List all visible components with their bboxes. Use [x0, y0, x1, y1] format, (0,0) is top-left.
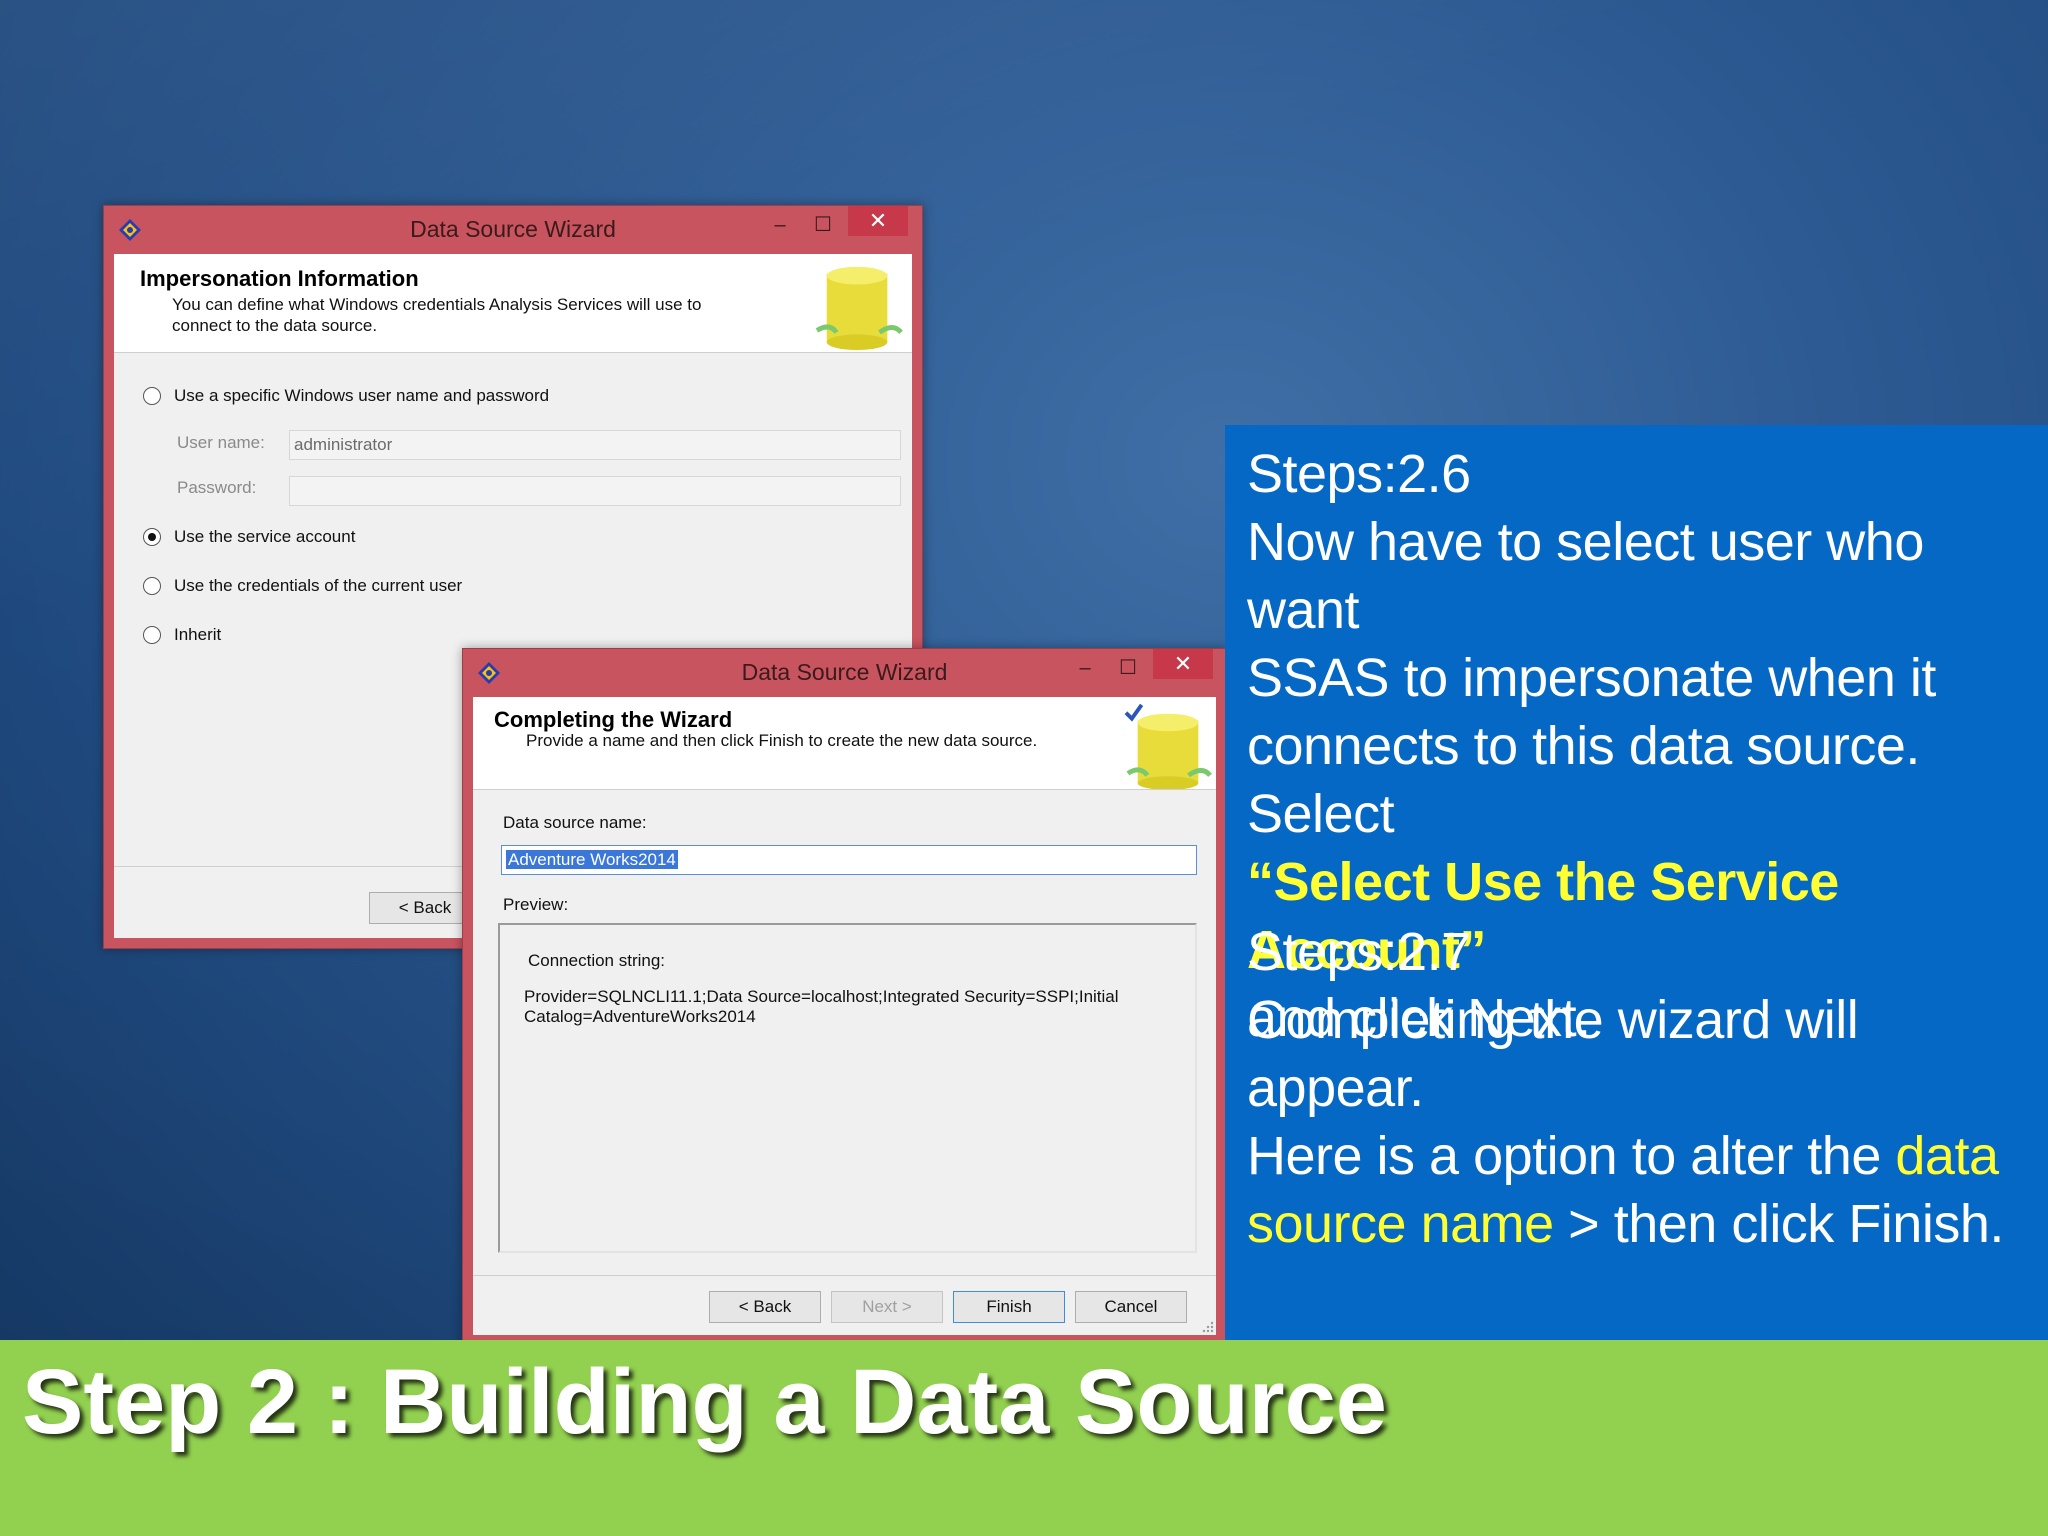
wizard-header: Impersonation Information You can define… — [114, 254, 912, 353]
password-label: Password: — [177, 478, 257, 497]
header-subtitle-line1: You can define what Windows credentials … — [172, 295, 702, 314]
maximize-button[interactable]: ☐ — [800, 210, 846, 240]
steps-info-panel: Steps:2.6 Now have to select user who wa… — [1225, 425, 2048, 1340]
finish-button[interactable]: Finish — [953, 1291, 1065, 1323]
username-field[interactable]: administrator — [289, 430, 901, 460]
selected-text: Adventure Works2014 — [506, 850, 678, 869]
option-service-account-label: Use the service account — [174, 527, 356, 546]
header-subtitle: Provide a name and then click Finish to … — [526, 731, 1038, 750]
data-source-name-label: Data source name: — [503, 813, 647, 832]
username-label: User name: — [177, 433, 265, 452]
step-2-7-line3-text: > then click Finish. — [1553, 1194, 2004, 1254]
next-button[interactable]: Next > — [831, 1291, 943, 1323]
resize-grip-icon[interactable] — [1202, 1321, 1214, 1333]
radio-specific-user[interactable] — [143, 387, 161, 405]
step-2-7-line2: Here is a option to alter the data — [1247, 1122, 2037, 1190]
footer-divider — [473, 1275, 1216, 1276]
radio-current-user[interactable] — [143, 577, 161, 595]
back-button[interactable]: < Back — [709, 1291, 821, 1323]
connection-string-label: Connection string: — [528, 951, 666, 970]
wizard-header: Completing the Wizard Provide a name and… — [473, 697, 1216, 790]
header-subtitle-line2: connect to the data source. — [172, 316, 378, 335]
minimize-button[interactable]: – — [760, 210, 800, 240]
step-2-7-heading: Steps:2.7 — [1247, 922, 1471, 982]
step-2-7-line2-text: Here is a option to alter the — [1247, 1126, 1896, 1186]
step-2-7-line3-highlight: source name — [1247, 1194, 1554, 1254]
step-2-7-line2-highlight: data — [1895, 1126, 1999, 1186]
password-field[interactable] — [289, 476, 901, 506]
step-2-6-line2: SSAS to impersonate when it — [1247, 648, 1936, 708]
preview-label: Preview: — [503, 895, 569, 914]
completing-wizard-dialog: Data Source Wizard – ☐ ✕ Completing the … — [462, 648, 1227, 1346]
option-inherit-label: Inherit — [174, 625, 222, 644]
slide-title: Step 2 : Building a Data Source — [22, 1351, 1387, 1453]
step-2-7-line3: source name > then click Finish. — [1247, 1190, 2037, 1258]
data-source-name-input[interactable]: Adventure Works2014 — [501, 845, 1197, 875]
step-2-6-line3: connects to this data source. Select — [1247, 716, 1920, 844]
option-current-user-label: Use the credentials of the current user — [174, 576, 463, 595]
maximize-button[interactable]: ☐ — [1105, 653, 1151, 683]
titlebar: Data Source Wizard – ☐ ✕ — [463, 649, 1226, 697]
connection-string-line1: Provider=SQLNCLI11.1;Data Source=localho… — [524, 987, 1119, 1006]
database-check-icon — [1124, 703, 1212, 789]
step-2-6-line1: Now have to select user who want — [1247, 512, 1924, 640]
preview-panel: Connection string: Provider=SQLNCLI11.1;… — [498, 923, 1197, 1253]
close-button[interactable]: ✕ — [1153, 649, 1213, 679]
radio-inherit[interactable] — [143, 626, 161, 644]
cancel-button[interactable]: Cancel — [1075, 1291, 1187, 1323]
radio-service-account[interactable] — [143, 528, 161, 546]
header-title: Impersonation Information — [140, 266, 419, 291]
option-specific-user-label: Use a specific Windows user name and pas… — [174, 386, 550, 405]
footer-band: Step 2 : Building a Data Source — [0, 1340, 2048, 1536]
dialog-client: Completing the Wizard Provide a name and… — [473, 697, 1216, 1335]
minimize-button[interactable]: – — [1065, 653, 1105, 683]
titlebar: Data Source Wizard – ☐ ✕ — [104, 206, 922, 254]
step-2-6-heading: Steps:2.6 — [1247, 444, 1471, 504]
connection-string-line2: Catalog=AdventureWorks2014 — [524, 1007, 756, 1026]
database-cylinder-icon — [815, 266, 903, 350]
close-button[interactable]: ✕ — [848, 206, 908, 236]
step-2-7-block: Steps:2.7 Completing the wizard will app… — [1247, 918, 2037, 1258]
step-2-7-line1: Completing the wizard will appear. — [1247, 990, 1859, 1118]
